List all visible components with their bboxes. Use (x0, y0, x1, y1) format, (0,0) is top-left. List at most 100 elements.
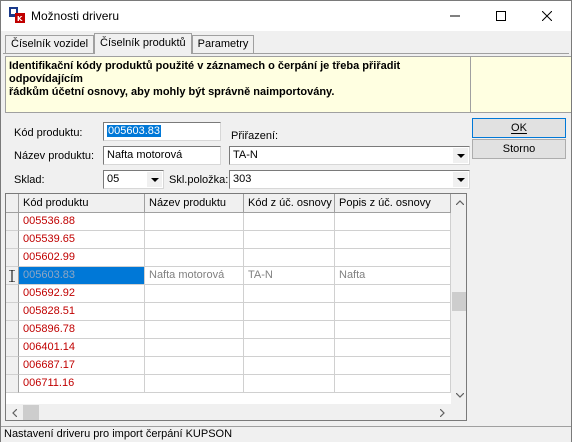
nazev-produktu-input[interactable]: Nafta motorová (103, 146, 221, 165)
col-header-nazev-produktu[interactable]: Název produktu (145, 194, 244, 213)
popis-uc-osnovy-cell[interactable] (335, 285, 451, 303)
kod-uc-osnovy-cell[interactable] (244, 303, 335, 321)
nazev-produktu-cell[interactable] (145, 231, 244, 249)
table-row[interactable]: 006687.17 (6, 357, 451, 375)
table-row[interactable]: 005539.65 (6, 231, 451, 249)
table-row[interactable]: 005896.78 (6, 321, 451, 339)
horizontal-scroll-thumb[interactable] (23, 405, 39, 420)
prirazeni-dropdown-button[interactable] (453, 148, 468, 163)
kod-uc-osnovy-cell[interactable] (244, 231, 335, 249)
row-indicator[interactable] (6, 213, 19, 231)
popis-uc-osnovy-cell[interactable] (335, 339, 451, 357)
popis-uc-osnovy-cell[interactable] (335, 231, 451, 249)
kod-uc-osnovy-cell[interactable] (244, 213, 335, 231)
row-indicator[interactable] (6, 375, 19, 393)
col-header-popis-uc-osnovy[interactable]: Popis z úč. osnovy (335, 194, 451, 213)
tab-ciselnik-vozidel[interactable]: Číselník vozidel (5, 35, 95, 54)
row-indicator[interactable] (6, 321, 19, 339)
table-row[interactable]: 005536.88 (6, 213, 451, 231)
popis-uc-osnovy-cell[interactable] (335, 321, 451, 339)
kod-uc-osnovy-cell[interactable] (244, 285, 335, 303)
kod-uc-osnovy-cell[interactable] (244, 321, 335, 339)
kod-produktu-cell[interactable]: 006711.16 (19, 375, 145, 393)
prirazeni-combo[interactable]: TA-N (229, 146, 470, 165)
scroll-up-button[interactable] (451, 194, 466, 211)
table-row[interactable]: 005602.99 (6, 249, 451, 267)
kod-produktu-cell[interactable]: 005536.88 (19, 213, 145, 231)
scroll-down-button[interactable] (451, 387, 466, 404)
scroll-left-button[interactable] (6, 404, 23, 420)
title-bar[interactable]: K Možnosti driveru (1, 1, 571, 31)
nazev-produktu-cell[interactable] (145, 303, 244, 321)
status-text: Nastavení driveru pro import čerpání KUP… (4, 428, 233, 440)
close-button[interactable] (524, 1, 570, 31)
popis-uc-osnovy-cell[interactable] (335, 375, 451, 393)
skl-polozka-combo[interactable]: 303 (229, 170, 470, 189)
row-indicator[interactable] (6, 339, 19, 357)
kod-produktu-input[interactable]: 005603.83 (103, 122, 221, 141)
sklad-dropdown-button[interactable] (147, 172, 162, 187)
kod-uc-osnovy-cell[interactable] (244, 249, 335, 267)
row-indicator[interactable] (6, 231, 19, 249)
kod-uc-osnovy-cell[interactable] (244, 375, 335, 393)
horizontal-scrollbar[interactable] (6, 404, 451, 420)
table-row[interactable]: 005692.92 (6, 285, 451, 303)
row-indicator[interactable] (6, 357, 19, 375)
tab-ciselnik-produktu[interactable]: Číselník produktů (94, 33, 192, 54)
ok-button-label: OK (511, 122, 527, 134)
popis-uc-osnovy-cell[interactable] (335, 213, 451, 231)
skl-polozka-dropdown-button[interactable] (453, 172, 468, 187)
nazev-produktu-cell[interactable] (145, 375, 244, 393)
kod-produktu-cell[interactable]: 005539.65 (19, 231, 145, 249)
nazev-produktu-cell[interactable] (145, 213, 244, 231)
popis-uc-osnovy-cell[interactable] (335, 357, 451, 375)
skl-polozka-label: Skl.položka: (169, 174, 229, 186)
col-header-kod-produktu[interactable]: Kód produktu (19, 194, 145, 213)
kod-uc-osnovy-cell[interactable] (244, 357, 335, 375)
table-row[interactable]: 005603.83 Nafta motorová TA-N Nafta (6, 267, 451, 285)
nazev-produktu-cell[interactable] (145, 285, 244, 303)
row-indicator[interactable] (6, 303, 19, 321)
text-cursor-icon (9, 270, 15, 282)
kod-uc-osnovy-cell[interactable] (244, 339, 335, 357)
kod-produktu-label: Kód produktu: (14, 127, 83, 139)
maximize-icon (496, 11, 506, 21)
prirazeni-label: Přiřazení: (231, 130, 279, 142)
app-icon: K (9, 7, 25, 23)
table-row[interactable]: 006401.14 (6, 339, 451, 357)
table-row[interactable]: 005828.51 (6, 303, 451, 321)
maximize-button[interactable] (478, 1, 524, 31)
nazev-produktu-cell[interactable] (145, 321, 244, 339)
col-header-kod-uc-osnovy[interactable]: Kód z úč. osnovy (244, 194, 335, 213)
storno-button[interactable]: Storno (472, 139, 566, 159)
nazev-produktu-cell[interactable]: Nafta motorová (145, 267, 244, 285)
tab-parametry[interactable]: Parametry (191, 35, 255, 54)
kod-produktu-cell[interactable]: 005602.99 (19, 249, 145, 267)
nazev-produktu-label: Název produktu: (14, 150, 95, 162)
kod-produktu-cell[interactable]: 005828.51 (19, 303, 145, 321)
kod-produktu-cell[interactable]: 006401.14 (19, 339, 145, 357)
popis-uc-osnovy-cell[interactable]: Nafta (335, 267, 451, 285)
nazev-produktu-cell[interactable] (145, 357, 244, 375)
products-grid[interactable]: Kód produktu Název produktu Kód z úč. os… (5, 193, 467, 421)
minimize-button[interactable] (432, 1, 478, 31)
row-indicator[interactable] (6, 267, 19, 285)
grid-header: Kód produktu Název produktu Kód z úč. os… (6, 194, 451, 213)
nazev-produktu-cell[interactable] (145, 249, 244, 267)
kod-produktu-cell[interactable]: 005603.83 (19, 267, 145, 285)
popis-uc-osnovy-cell[interactable] (335, 303, 451, 321)
sklad-combo[interactable]: 05 (103, 170, 164, 189)
vertical-scroll-thumb[interactable] (452, 292, 466, 311)
kod-uc-osnovy-cell[interactable]: TA-N (244, 267, 335, 285)
scroll-right-button[interactable] (434, 404, 451, 420)
nazev-produktu-cell[interactable] (145, 339, 244, 357)
kod-produktu-cell[interactable]: 006687.17 (19, 357, 145, 375)
popis-uc-osnovy-cell[interactable] (335, 249, 451, 267)
table-row[interactable]: 006711.16 (6, 375, 451, 393)
vertical-scrollbar[interactable] (451, 194, 466, 404)
row-indicator[interactable] (6, 285, 19, 303)
ok-button[interactable]: OK (472, 118, 566, 138)
kod-produktu-cell[interactable]: 005692.92 (19, 285, 145, 303)
kod-produktu-cell[interactable]: 005896.78 (19, 321, 145, 339)
row-indicator[interactable] (6, 249, 19, 267)
